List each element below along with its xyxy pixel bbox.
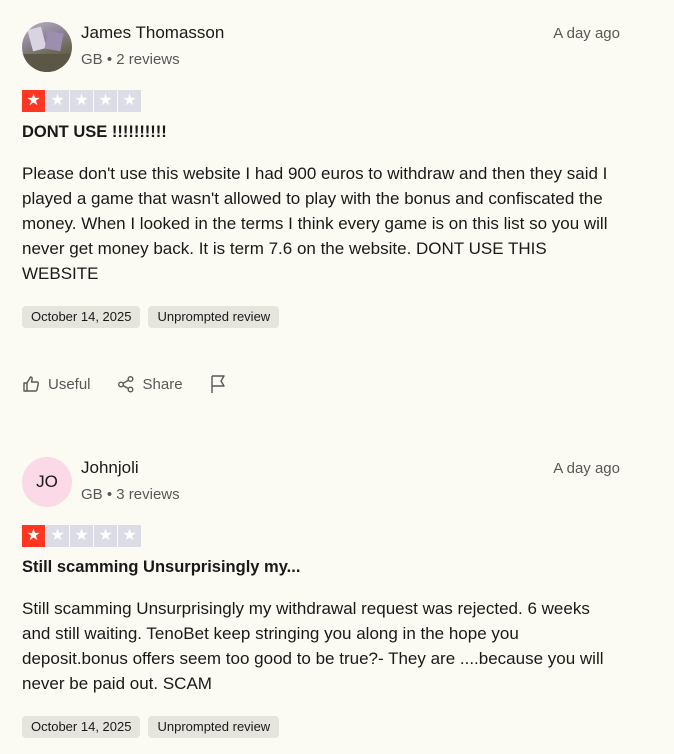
review-body: Still scamming Unsurprisingly my withdra… bbox=[22, 599, 604, 693]
reviewer-name[interactable]: Johnjoli bbox=[81, 458, 139, 478]
review-actions: Useful Share bbox=[22, 372, 622, 396]
star-icon: ★ bbox=[94, 525, 117, 547]
review-tags: October 14, 2025 Unprompted review bbox=[22, 716, 622, 738]
avatar[interactable]: JO bbox=[22, 457, 72, 507]
review-header: JO Johnjoli GB • 3 reviews A day ago bbox=[22, 457, 622, 513]
share-icon bbox=[117, 375, 135, 393]
star-rating: ★ ★ ★ ★ ★ bbox=[22, 90, 622, 112]
flag-button[interactable] bbox=[209, 374, 227, 394]
review-time: A day ago bbox=[553, 25, 620, 42]
star-icon: ★ bbox=[22, 90, 45, 112]
star-icon: ★ bbox=[94, 90, 117, 112]
star-icon: ★ bbox=[22, 525, 45, 547]
review-title[interactable]: Still scamming Unsurprisingly my... bbox=[22, 558, 622, 577]
thumbs-up-icon bbox=[22, 375, 40, 393]
review-header: James Thomasson GB • 2 reviews A day ago bbox=[22, 22, 622, 78]
star-icon: ★ bbox=[118, 525, 141, 547]
review-tags: October 14, 2025 Unprompted review bbox=[22, 306, 622, 328]
review-body: Please don't use this website I had 900 … bbox=[22, 164, 608, 283]
star-icon: ★ bbox=[118, 90, 141, 112]
flag-icon bbox=[209, 374, 227, 394]
useful-label: Useful bbox=[48, 375, 91, 393]
star-icon: ★ bbox=[46, 525, 69, 547]
star-rating: ★ ★ ★ ★ ★ bbox=[22, 525, 622, 547]
share-button[interactable]: Share bbox=[117, 375, 183, 393]
review-card: James Thomasson GB • 2 reviews A day ago… bbox=[22, 22, 622, 396]
reviewer-meta: GB • 3 reviews bbox=[81, 486, 180, 503]
avatar[interactable] bbox=[22, 22, 72, 72]
date-tag: October 14, 2025 bbox=[22, 306, 141, 328]
useful-button[interactable]: Useful bbox=[22, 375, 91, 393]
star-icon: ★ bbox=[46, 90, 69, 112]
star-icon: ★ bbox=[70, 525, 93, 547]
review-title[interactable]: DONT USE !!!!!!!!!! bbox=[22, 123, 622, 142]
review-type-tag[interactable]: Unprompted review bbox=[148, 716, 280, 738]
review-card: JO Johnjoli GB • 3 reviews A day ago ★ ★… bbox=[22, 457, 622, 738]
share-label: Share bbox=[142, 375, 183, 393]
reviewer-meta: GB • 2 reviews bbox=[81, 51, 180, 68]
date-tag: October 14, 2025 bbox=[22, 716, 141, 738]
reviewer-name[interactable]: James Thomasson bbox=[81, 23, 224, 43]
review-time: A day ago bbox=[553, 460, 620, 477]
review-type-tag[interactable]: Unprompted review bbox=[148, 306, 280, 328]
star-icon: ★ bbox=[70, 90, 93, 112]
